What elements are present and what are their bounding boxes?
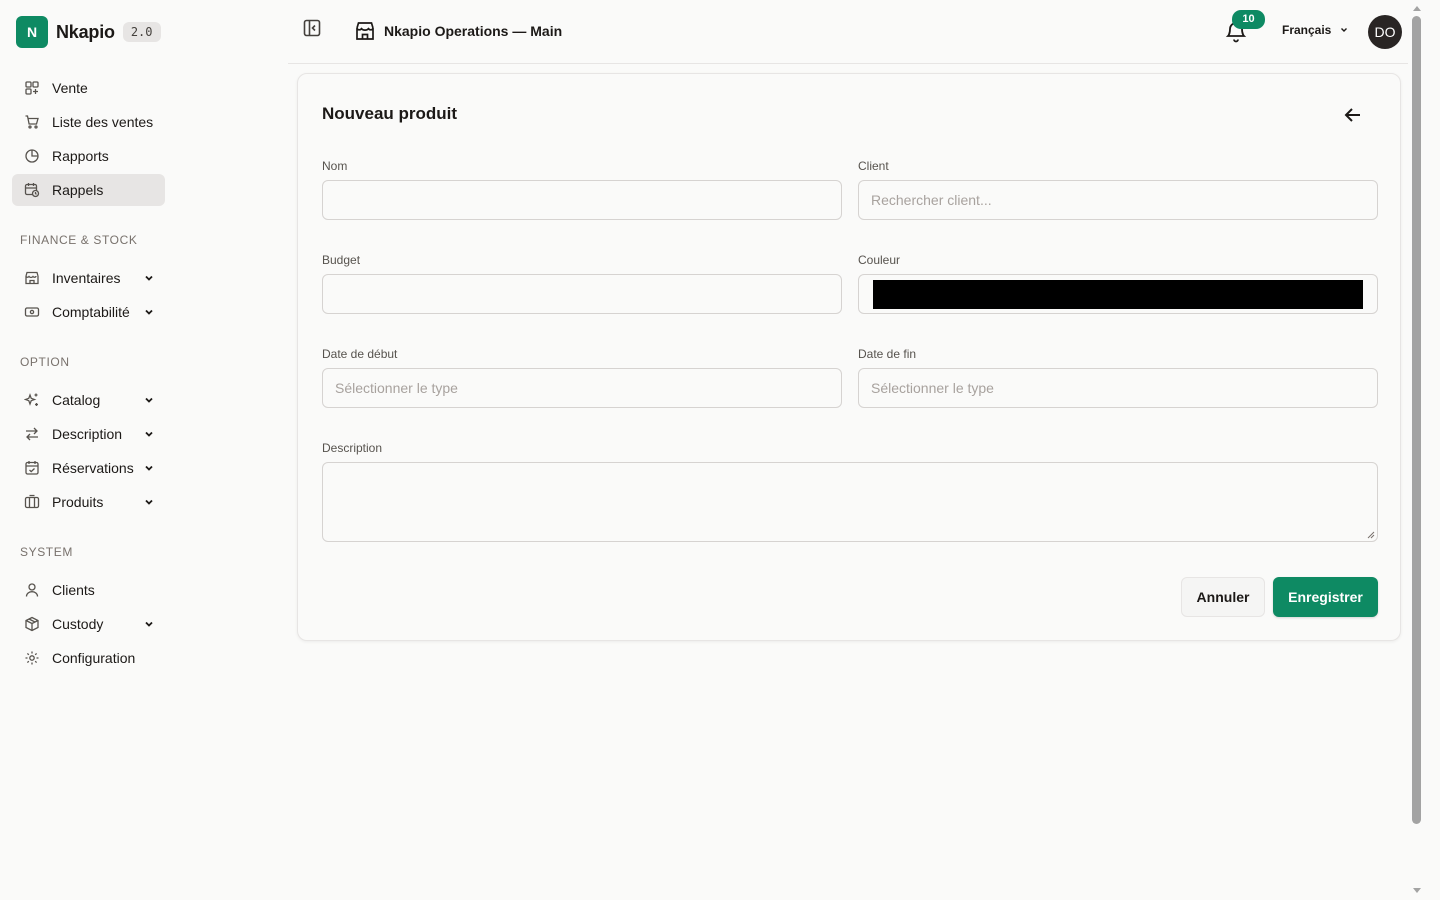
- version-badge: 2.0: [122, 22, 161, 42]
- nom-label: Nom: [322, 159, 348, 173]
- calendar-clock-icon: [24, 182, 40, 198]
- section-title-finance-stock: FINANCE & STOCK: [20, 233, 138, 247]
- date-fin-input[interactable]: Sélectionner le type: [858, 368, 1378, 408]
- chevron-down-icon: [145, 621, 153, 627]
- sidebar-item-label: Réservations: [52, 460, 134, 476]
- client-search-input[interactable]: Rechercher client...: [858, 180, 1378, 220]
- pie-chart-icon: [24, 148, 40, 164]
- sidebar-item-reservations[interactable]: Réservations: [12, 452, 165, 484]
- section-title-option: OPTION: [20, 355, 70, 369]
- sidebar-item-configuration[interactable]: Configuration: [12, 642, 165, 674]
- sidebar-item-vente[interactable]: Vente: [12, 72, 165, 104]
- chevron-down-icon: [1341, 28, 1348, 32]
- save-button[interactable]: Enregistrer: [1273, 577, 1378, 617]
- calendar-check-icon: [24, 460, 40, 476]
- store-selector[interactable]: Nkapio Operations — Main: [354, 20, 562, 42]
- chevron-down-icon: [145, 465, 153, 471]
- chevron-down-icon: [145, 275, 153, 281]
- sidebar-item-rappels[interactable]: Rappels: [12, 174, 165, 206]
- chevron-down-icon: [145, 431, 153, 437]
- chevron-down-icon: [145, 397, 153, 403]
- sidebar-item-label: Vente: [52, 80, 88, 96]
- chevron-down-icon: [145, 309, 153, 315]
- budget-label: Budget: [322, 253, 361, 267]
- budget-input[interactable]: [322, 274, 842, 314]
- description-textarea[interactable]: [322, 462, 1378, 542]
- page-title: Nouveau produit: [322, 104, 458, 123]
- grid-plus-icon: [24, 80, 40, 96]
- avatar[interactable]: DO: [1368, 15, 1402, 49]
- sidebar-item-label: Custody: [52, 616, 104, 632]
- color-picker-input[interactable]: [858, 274, 1378, 314]
- chevron-down-icon: [145, 499, 153, 505]
- sidebar-item-label: Description: [52, 426, 123, 442]
- sidebar-item-rapports[interactable]: Rapports: [12, 140, 165, 172]
- arrows-left-right-icon: [24, 426, 40, 442]
- new-product-card: Nouveau produit Nom Client Rechercher cl…: [297, 73, 1401, 641]
- cart-icon: [24, 114, 40, 130]
- sidebar: N Nkapio 2.0 Vente Liste des ventes Rapp…: [0, 0, 176, 900]
- sidebar-item-comptabilite[interactable]: Comptabilité: [12, 296, 165, 328]
- language-selector[interactable]: Français: [1282, 23, 1349, 37]
- section-title-system: SYSTEM: [20, 545, 73, 559]
- sidebar-item-inventaires[interactable]: Inventaires: [12, 262, 165, 294]
- sparkles-icon: [24, 392, 40, 408]
- arrow-left-icon[interactable]: [1342, 104, 1364, 126]
- date-fin-label: Date de fin: [858, 347, 917, 361]
- box-icon: [24, 494, 40, 510]
- scrollbar-thumb[interactable]: [1412, 16, 1421, 824]
- sidebar-item-custody[interactable]: Custody: [12, 608, 165, 640]
- description-label: Description: [322, 441, 383, 455]
- scroll-down-arrow-icon[interactable]: [1413, 888, 1421, 893]
- date-debut-input[interactable]: Sélectionner le type: [322, 368, 842, 408]
- sidebar-item-catalog[interactable]: Catalog: [12, 384, 165, 416]
- resize-handle-icon[interactable]: [1367, 531, 1375, 539]
- package-icon: [24, 616, 40, 632]
- notification-badge: 10: [1232, 10, 1265, 29]
- sidebar-item-label: Produits: [52, 494, 104, 510]
- brand-logo: N: [16, 16, 48, 48]
- sidebar-item-label: Catalog: [52, 392, 101, 408]
- color-swatch: [873, 279, 1363, 309]
- store-icon: [24, 270, 40, 286]
- sidebar-item-label: Rapports: [52, 148, 109, 164]
- sidebar-item-label: Liste des ventes: [52, 114, 154, 130]
- couleur-label: Couleur: [858, 253, 901, 267]
- cancel-button[interactable]: Annuler: [1181, 577, 1265, 617]
- sidebar-item-description[interactable]: Description: [12, 418, 165, 450]
- sidebar-item-clients[interactable]: Clients: [12, 574, 165, 606]
- brand-name: Nkapio: [56, 21, 115, 42]
- store-name: Nkapio Operations — Main: [384, 23, 563, 39]
- sidebar-item-label: Rappels: [52, 182, 104, 198]
- date-debut-label: Date de début: [322, 347, 398, 361]
- scrollbar[interactable]: [1408, 0, 1440, 900]
- language-label: Français: [1282, 23, 1332, 37]
- scroll-up-arrow-icon[interactable]: [1413, 6, 1421, 11]
- user-icon: [24, 582, 40, 598]
- banknote-icon: [24, 304, 40, 320]
- sidebar-item-label: Comptabilité: [52, 304, 130, 320]
- brand[interactable]: N Nkapio 2.0: [16, 16, 161, 48]
- store-icon: [356, 22, 374, 40]
- nom-input[interactable]: [322, 180, 842, 220]
- sidebar-toggle-icon[interactable]: [302, 18, 322, 38]
- sidebar-item-label: Configuration: [52, 650, 136, 666]
- sidebar-item-label: Clients: [52, 582, 95, 598]
- client-label: Client: [858, 159, 889, 173]
- sidebar-item-produits[interactable]: Produits: [12, 486, 165, 518]
- sidebar-item-liste-des-ventes[interactable]: Liste des ventes: [12, 106, 165, 138]
- gear-icon: [24, 650, 40, 666]
- top-bar: Nkapio Operations — Main 10 Français DO: [288, 0, 1408, 64]
- sidebar-item-label: Inventaires: [52, 270, 121, 286]
